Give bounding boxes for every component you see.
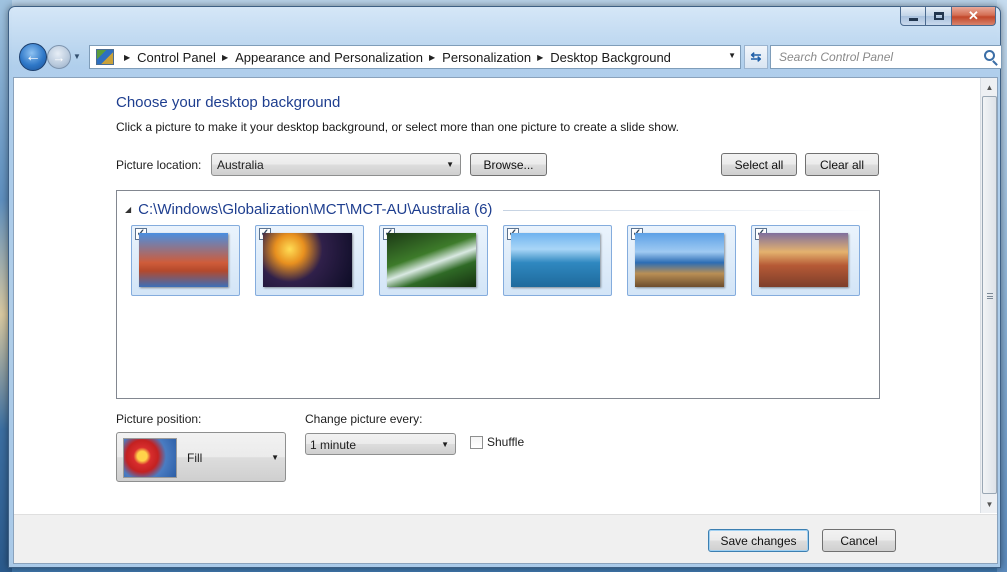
picture-image bbox=[139, 233, 228, 287]
address-bar[interactable]: ▶ Control Panel ▶ Appearance and Persona… bbox=[89, 45, 741, 69]
page-title: Choose your desktop background bbox=[116, 94, 341, 111]
chevron-down-icon: ▼ bbox=[446, 160, 454, 169]
chevron-down-icon: ▼ bbox=[271, 453, 279, 462]
picture-thumbnail[interactable]: ✓ bbox=[379, 225, 488, 296]
close-icon: ✕ bbox=[968, 8, 979, 23]
picture-thumbnail[interactable]: ✓ bbox=[503, 225, 612, 296]
browse-button[interactable]: Browse... bbox=[470, 153, 547, 176]
select-all-button[interactable]: Select all bbox=[721, 153, 797, 176]
search-icon[interactable] bbox=[984, 50, 995, 61]
change-picture-label: Change picture every: bbox=[305, 412, 423, 426]
picture-image bbox=[759, 233, 848, 287]
group-divider bbox=[503, 210, 873, 211]
picture-thumbnail[interactable]: ✓ bbox=[751, 225, 860, 296]
breadcrumb-separator-icon[interactable]: ▶ bbox=[124, 53, 130, 62]
picture-location-select[interactable]: Australia ▼ bbox=[211, 153, 461, 176]
group-header[interactable]: ◢ C:\Windows\Globalization\MCT\MCT-AU\Au… bbox=[125, 201, 492, 218]
grip-icon bbox=[987, 293, 993, 299]
thumbnail-row: ✓ ✓ ✓ ✓ ✓ bbox=[131, 225, 875, 296]
position-preview-image bbox=[123, 438, 177, 478]
scroll-up-icon[interactable]: ▲ bbox=[982, 79, 997, 95]
scroll-down-icon[interactable]: ▼ bbox=[982, 496, 997, 512]
chevron-down-icon: ▼ bbox=[441, 440, 449, 449]
picture-thumbnail[interactable]: ✓ bbox=[255, 225, 364, 296]
shuffle-option[interactable]: Shuffle bbox=[470, 435, 524, 449]
refresh-button[interactable]: ⇆ bbox=[744, 45, 768, 69]
breadcrumb-separator-icon[interactable]: ▶ bbox=[222, 53, 228, 62]
shuffle-checkbox[interactable] bbox=[470, 435, 483, 449]
breadcrumb-separator-icon[interactable]: ▶ bbox=[429, 53, 435, 62]
picture-thumbnail[interactable]: ✓ bbox=[131, 225, 240, 296]
breadcrumb-appearance[interactable]: Appearance and Personalization bbox=[235, 50, 423, 65]
search-box[interactable] bbox=[770, 45, 1002, 69]
minimize-button[interactable] bbox=[900, 6, 926, 26]
back-button[interactable]: ← bbox=[19, 43, 47, 71]
picture-location-value: Australia bbox=[217, 158, 264, 172]
scrollbar-thumb[interactable] bbox=[982, 96, 997, 494]
caption-buttons: ✕ bbox=[900, 6, 996, 26]
close-button[interactable]: ✕ bbox=[952, 6, 996, 26]
search-input[interactable] bbox=[779, 50, 969, 64]
minimize-icon bbox=[908, 17, 918, 21]
group-title: C:\Windows\Globalization\MCT\MCT-AU\Aust… bbox=[138, 201, 493, 218]
maximize-button[interactable] bbox=[926, 6, 952, 26]
breadcrumb-personalization[interactable]: Personalization bbox=[442, 50, 531, 65]
picture-gallery: ◢ C:\Windows\Globalization\MCT\MCT-AU\Au… bbox=[116, 190, 880, 399]
change-picture-select[interactable]: 1 minute ▼ bbox=[305, 433, 456, 455]
picture-thumbnail[interactable]: ✓ bbox=[627, 225, 736, 296]
recent-pages-dropdown[interactable]: ▼ bbox=[73, 52, 81, 61]
control-panel-window: ✕ ← → ▼ ▶ Control Panel ▶ Appearance and… bbox=[8, 6, 1002, 568]
collapse-triangle-icon[interactable]: ◢ bbox=[125, 205, 131, 214]
vertical-scrollbar[interactable]: ▲ ▼ bbox=[980, 78, 997, 513]
breadcrumb-separator-icon[interactable]: ▶ bbox=[537, 53, 543, 62]
cancel-button[interactable]: Cancel bbox=[822, 529, 896, 552]
picture-image bbox=[387, 233, 476, 287]
refresh-icon: ⇆ bbox=[750, 49, 762, 64]
page-instructions: Click a picture to make it your desktop … bbox=[116, 120, 679, 134]
shuffle-label: Shuffle bbox=[487, 435, 525, 449]
control-panel-icon bbox=[96, 49, 114, 65]
forward-button[interactable]: → bbox=[47, 45, 71, 69]
breadcrumb-control-panel[interactable]: Control Panel bbox=[137, 50, 216, 65]
forward-arrow-icon: → bbox=[52, 49, 66, 65]
picture-position-label: Picture position: bbox=[116, 412, 202, 426]
address-dropdown-icon[interactable]: ▼ bbox=[728, 51, 736, 60]
clear-all-button[interactable]: Clear all bbox=[805, 153, 879, 176]
picture-image bbox=[511, 233, 600, 287]
back-arrow-icon: ← bbox=[25, 48, 41, 65]
picture-image bbox=[263, 233, 352, 287]
picture-position-select[interactable]: Fill ▼ bbox=[116, 432, 286, 482]
picture-position-value: Fill bbox=[187, 451, 203, 465]
save-changes-button[interactable]: Save changes bbox=[708, 529, 809, 552]
picture-image bbox=[635, 233, 724, 287]
breadcrumb-desktop-background[interactable]: Desktop Background bbox=[550, 50, 671, 65]
content-pane: Choose your desktop background Click a p… bbox=[13, 77, 998, 564]
footer-bar: Save changes Cancel bbox=[14, 514, 997, 563]
maximize-icon bbox=[933, 12, 944, 20]
navigation-bar: ← → ▼ ▶ Control Panel ▶ Appearance and P… bbox=[17, 43, 1002, 73]
picture-location-label: Picture location: bbox=[116, 158, 202, 172]
change-picture-value: 1 minute bbox=[310, 438, 357, 452]
